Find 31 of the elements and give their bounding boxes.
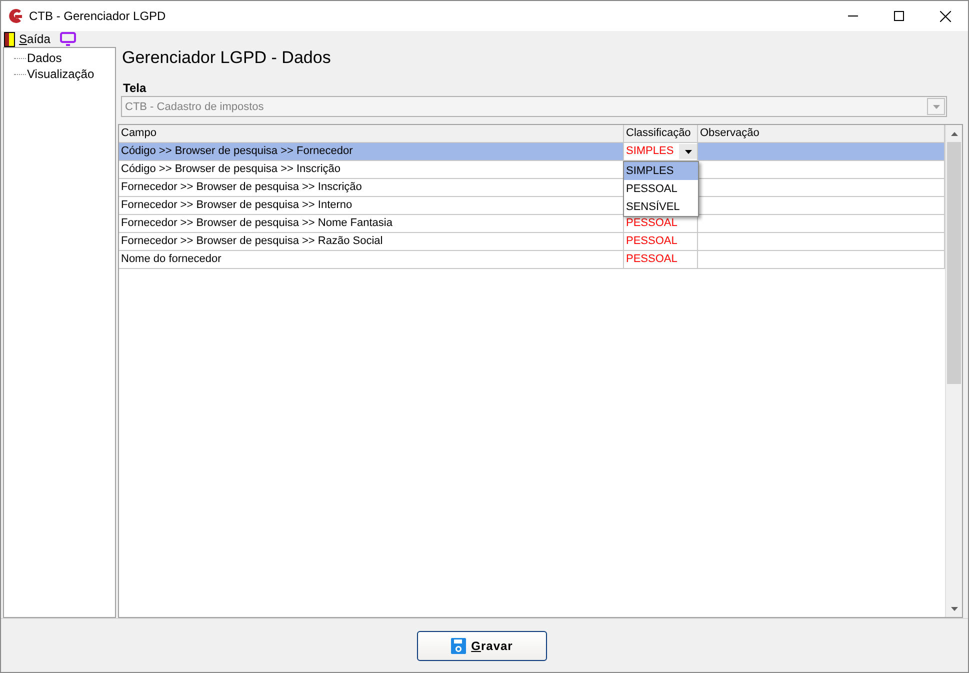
page-heading: Gerenciador LGPD - Dados [122, 49, 332, 69]
field-label: Tela [123, 81, 148, 95]
tree-item[interactable]: Dados [27, 51, 62, 65]
caret-icon [932, 104, 940, 108]
save-button[interactable]: Gravar [417, 630, 547, 660]
table-row[interactable]: Código >> Browser de pesquisa >> Fornecedor SIMPLES [119, 143, 945, 161]
door-icon [4, 32, 15, 46]
maximize-icon [894, 11, 904, 21]
table-cell: Nome do fornecedor [119, 251, 624, 268]
table-cell: Fornecedor >> Browser de pesquisa >> Razão Social [119, 233, 624, 250]
monitor-button[interactable] [60, 31, 76, 47]
table-row[interactable]: Fornecedor >> Browser de pesquisa >> Razão Social PESSOAL [119, 233, 945, 251]
monitor-icon [60, 32, 76, 46]
classification-dropdown[interactable]: SIMPLES [624, 143, 697, 160]
caret-icon [684, 150, 692, 154]
exit-menu-item[interactable]: Saída [4, 31, 50, 47]
dropdown-option[interactable]: PESSOAL [624, 180, 698, 198]
tree-item[interactable]: Visualização [27, 67, 94, 81]
table-row[interactable]: Nome do fornecedor PESSOAL [119, 251, 945, 269]
dropdown-option[interactable]: SIMPLES [624, 162, 698, 180]
column-header[interactable]: Classificação [624, 125, 698, 142]
table-cell: PESSOAL [624, 251, 698, 268]
app-logo-icon [7, 8, 23, 24]
scroll-down-icon [950, 606, 958, 610]
window-title: CTB - Gerenciador LGPD [29, 9, 167, 23]
dropdown-option[interactable]: SENSÍVEL [624, 198, 698, 216]
close-icon [940, 10, 950, 22]
vertical-scrollbar[interactable] [945, 125, 962, 617]
scroll-up-icon [950, 132, 958, 136]
table-cell: PESSOAL [624, 233, 698, 250]
column-header[interactable]: Campo [119, 125, 624, 142]
